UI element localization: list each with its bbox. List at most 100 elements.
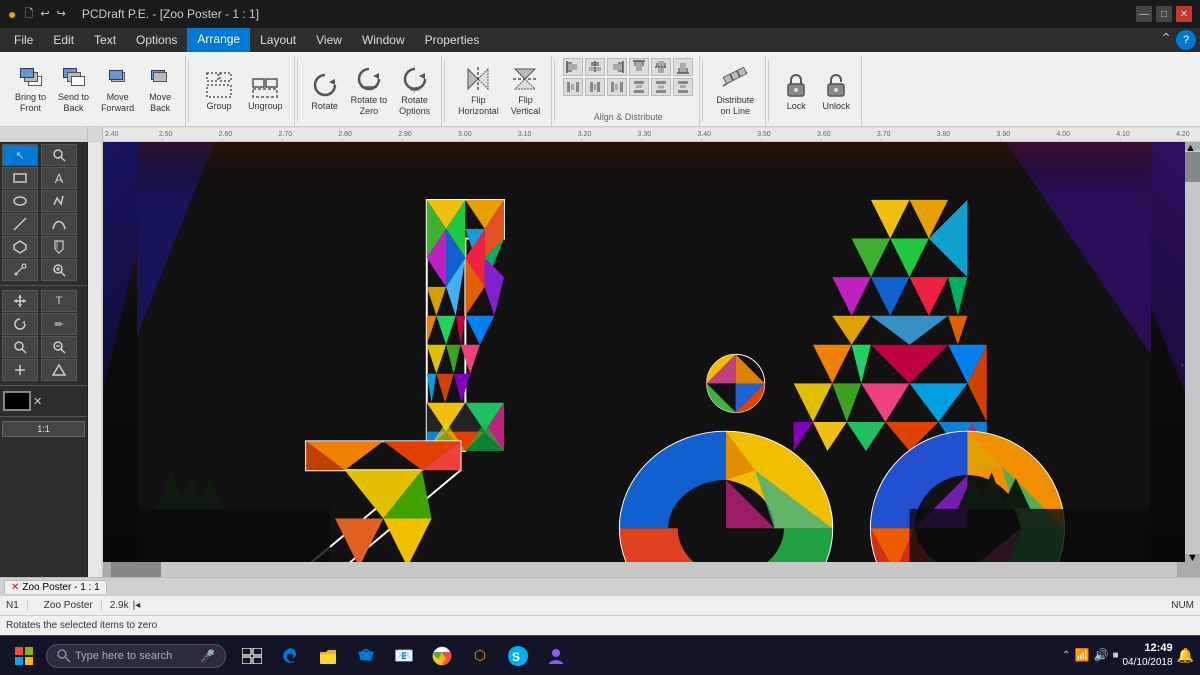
tool-oval[interactable] <box>2 190 38 212</box>
tool-rotate-sub[interactable] <box>2 313 38 335</box>
taskbar-app-people[interactable] <box>538 638 574 674</box>
document-tab[interactable]: ✕ Zoo Poster - 1 : 1 <box>4 580 107 594</box>
tool-text2[interactable]: T <box>41 290 77 312</box>
menu-text[interactable]: Text <box>84 28 126 52</box>
dist-bottom-button[interactable] <box>673 78 693 96</box>
close-button[interactable]: ✕ <box>1176 6 1192 22</box>
tool-poly[interactable] <box>2 236 38 258</box>
zoom-icon[interactable]: |◂ <box>133 600 141 611</box>
color-swatch[interactable] <box>3 391 31 411</box>
dist-middle-button[interactable] <box>651 78 671 96</box>
scroll-v-up[interactable]: ▲ <box>1185 142 1200 150</box>
tray-volume[interactable]: 🔊 <box>1094 648 1109 662</box>
tab-close-btn[interactable]: ✕ <box>11 582 19 593</box>
redo-icon[interactable]: ↪ <box>55 8 68 20</box>
distribute-on-line-button[interactable]: Distributeon Line <box>711 65 759 117</box>
move-forward-button[interactable]: MoveForward <box>96 65 139 117</box>
tool-zoomin2[interactable] <box>2 336 38 358</box>
align-left-button[interactable] <box>563 58 583 76</box>
move-back-button[interactable]: MoveBack <box>141 65 179 117</box>
color-close[interactable]: ✕ <box>33 395 42 408</box>
tool-curve[interactable] <box>41 213 77 235</box>
maximize-button[interactable]: □ <box>1156 6 1172 22</box>
tool-eyedrop[interactable] <box>2 259 38 281</box>
taskbar-search[interactable]: Type here to search 🎤 <box>46 644 226 668</box>
taskbar-app-store[interactable] <box>348 638 384 674</box>
bring-to-front-button[interactable]: Bring toFront <box>10 65 51 117</box>
send-to-back-button[interactable]: Send toBack <box>53 65 94 117</box>
taskbar-app-skype[interactable]: S <box>500 638 536 674</box>
tool-nudge[interactable] <box>2 359 38 381</box>
notifications-btn[interactable]: 🔔 <box>1177 647 1194 664</box>
tool-pencil2[interactable]: ✏ <box>41 313 77 335</box>
tool-text[interactable]: A <box>41 167 77 189</box>
menu-arrange[interactable]: Arrange <box>187 28 250 52</box>
chevron-up-icon[interactable]: ⌃ <box>1160 30 1172 50</box>
menu-edit[interactable]: Edit <box>43 28 84 52</box>
align-content <box>563 58 693 112</box>
align-middle-button[interactable] <box>651 58 671 76</box>
menu-window[interactable]: Window <box>352 28 415 52</box>
align-bottom-button[interactable] <box>673 58 693 76</box>
scroll-h-right[interactable] <box>1177 562 1185 577</box>
scale-indicator[interactable]: 1:1 <box>2 421 85 437</box>
tool-move[interactable] <box>2 290 38 312</box>
scroll-v-thumb[interactable] <box>1185 152 1200 182</box>
taskbar-time[interactable]: 12:49 04/10/2018 <box>1123 641 1173 670</box>
tool-bucket[interactable] <box>41 236 77 258</box>
scrollbar-v[interactable]: ▲ ▼ <box>1185 142 1200 562</box>
tool-measure[interactable] <box>41 359 77 381</box>
dist-top-button[interactable] <box>629 78 649 96</box>
menu-properties[interactable]: Properties <box>415 28 490 52</box>
ribbon-group-order: Bring toFront Send toBack MoveForward <box>4 56 186 126</box>
scroll-h-thumb[interactable] <box>111 562 161 577</box>
menu-layout[interactable]: Layout <box>250 28 306 52</box>
canvas-area[interactable]: ▲ ▼ › <box>103 142 1200 577</box>
help-button[interactable]: ? <box>1176 30 1196 50</box>
new-icon[interactable]: 🗋 <box>22 8 35 20</box>
group-button[interactable]: Group <box>197 65 241 117</box>
rotate-options-button[interactable]: opt RotateOptions <box>394 65 435 117</box>
minimize-button[interactable]: — <box>1136 6 1152 22</box>
tray-expand[interactable]: ⌃ <box>1062 650 1070 661</box>
scroll-v-down[interactable]: ▼ <box>1185 554 1200 562</box>
dist-left-button[interactable] <box>563 78 583 96</box>
tool-zoom2[interactable] <box>41 259 77 281</box>
start-button[interactable] <box>6 638 42 674</box>
taskbar-app-explorer[interactable] <box>310 638 346 674</box>
align-top-button[interactable] <box>629 58 649 76</box>
taskbar-app-chrome[interactable] <box>424 638 460 674</box>
tool-zoomout[interactable] <box>41 336 77 358</box>
svg-text:3.10: 3.10 <box>518 130 532 137</box>
menu-options[interactable]: Options <box>126 28 187 52</box>
taskbar-app-pcdraft[interactable]: ⬡ <box>462 638 498 674</box>
align-right-button[interactable] <box>607 58 627 76</box>
flip-horizontal-button[interactable]: FlipHorizontal <box>453 65 504 117</box>
dist-center-h-button[interactable] <box>585 78 605 96</box>
undo-icon[interactable]: ↩ <box>38 8 51 20</box>
scroll-h-left[interactable] <box>103 562 111 577</box>
scrollbar-h[interactable] <box>103 562 1185 577</box>
voice-icon[interactable]: 🎤 <box>200 649 215 663</box>
tool-select[interactable]: ↖ <box>2 144 38 166</box>
menu-view[interactable]: View <box>306 28 352 52</box>
tray-network[interactable]: 📶 <box>1075 648 1090 662</box>
ungroup-label: Ungroup <box>248 101 283 111</box>
dist-right-button[interactable] <box>607 78 627 96</box>
taskbar-app-mail[interactable]: 📧 <box>386 638 422 674</box>
tool-line[interactable] <box>2 213 38 235</box>
ungroup-button[interactable]: Ungroup <box>243 65 288 117</box>
unlock-button[interactable]: Unlock <box>817 65 855 117</box>
flip-vertical-button[interactable]: FlipVertical <box>506 65 546 117</box>
rotate-button[interactable]: Rotate <box>306 65 344 117</box>
tool-zoom[interactable] <box>41 144 77 166</box>
align-center-h-button[interactable] <box>585 58 605 76</box>
tool-pencil[interactable] <box>41 190 77 212</box>
menu-file[interactable]: File <box>4 28 43 52</box>
taskbar-app-taskview[interactable] <box>234 638 270 674</box>
sep-5 <box>702 60 703 122</box>
taskbar-app-edge[interactable] <box>272 638 308 674</box>
tool-rect[interactable] <box>2 167 38 189</box>
lock-button[interactable]: Lock <box>777 65 815 117</box>
rotate-to-zero-button[interactable]: Rotate toZero <box>346 65 393 117</box>
